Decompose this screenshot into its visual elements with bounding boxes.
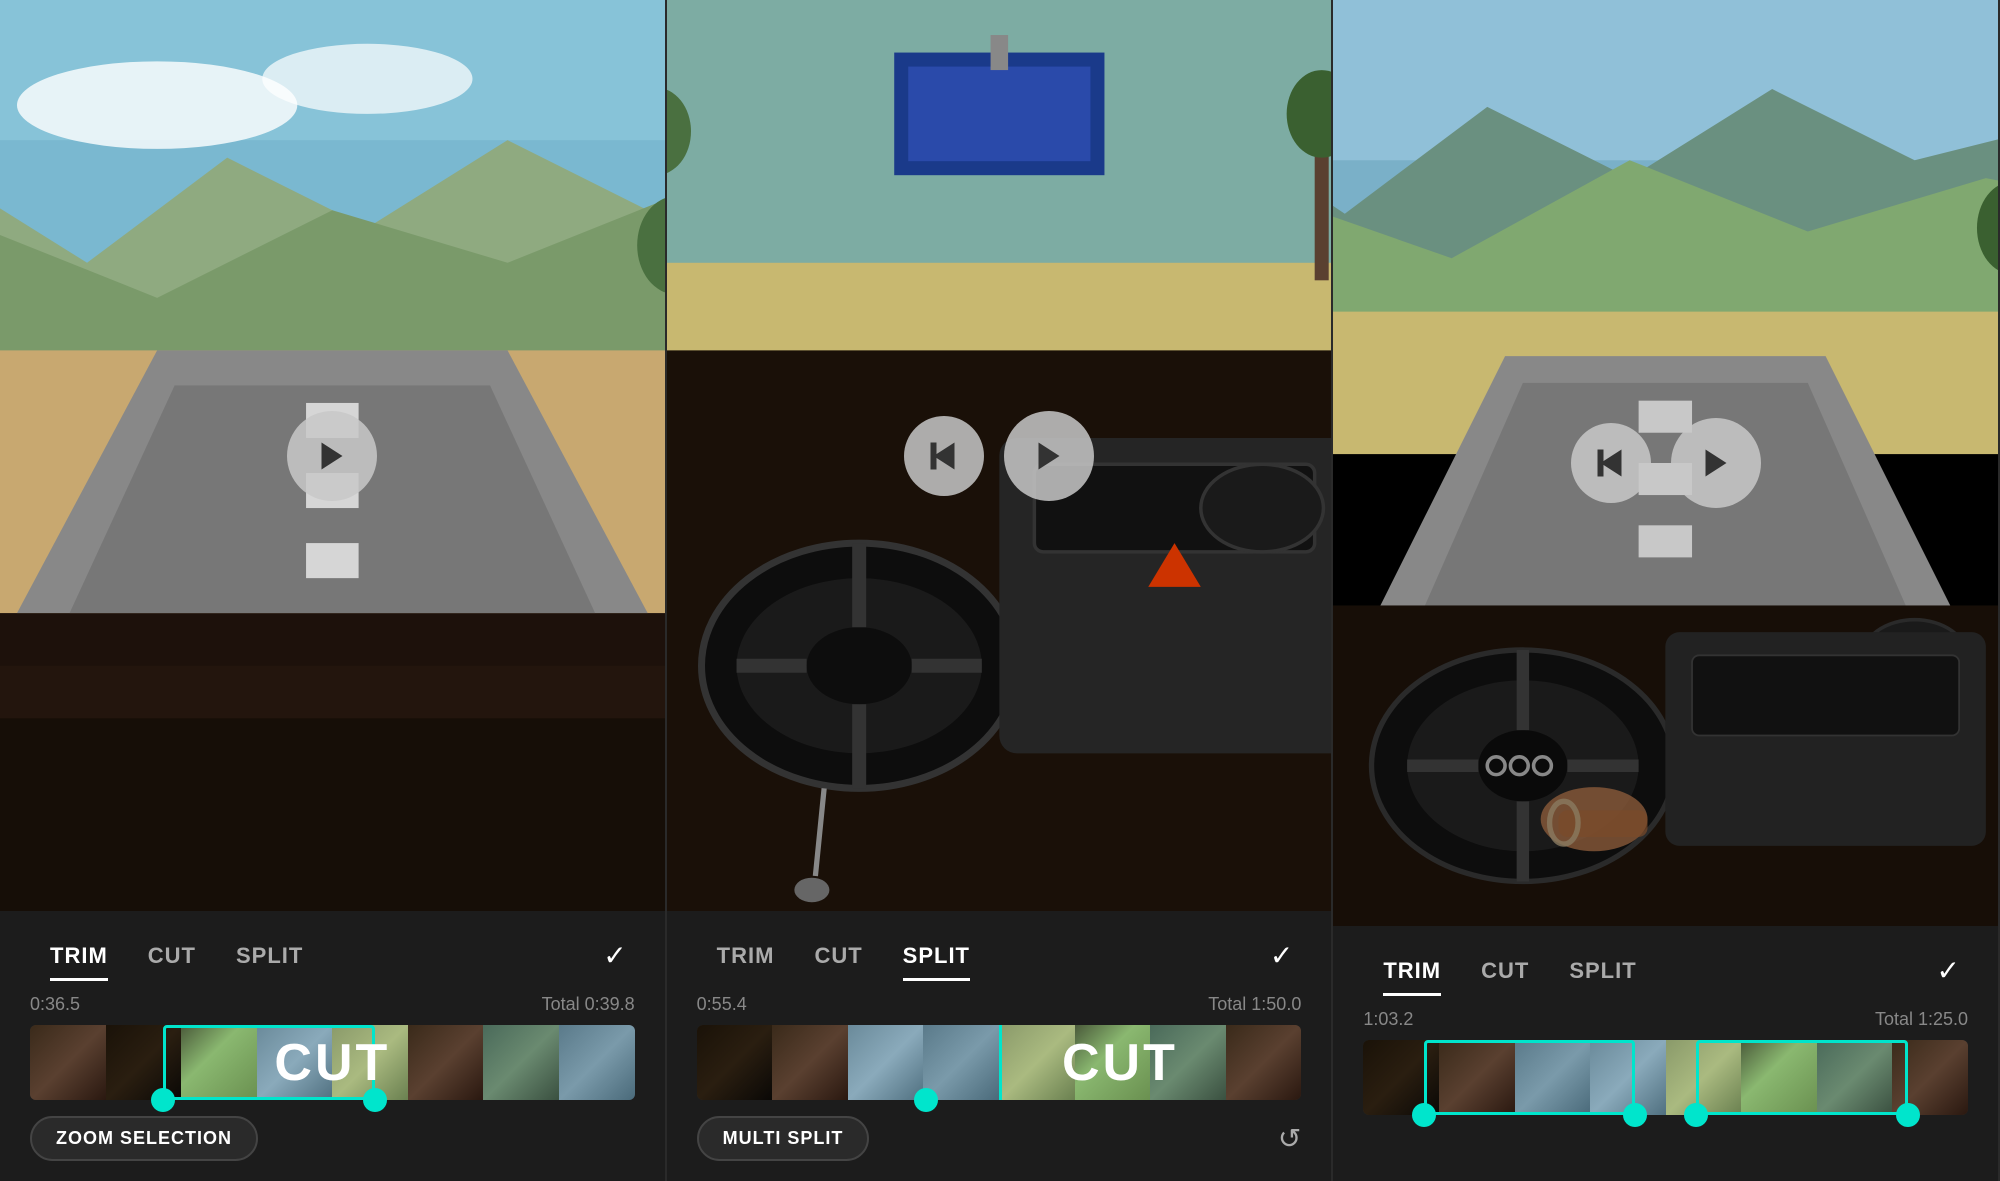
play-button-3[interactable] xyxy=(1671,418,1761,508)
strip-frames-3 xyxy=(1363,1040,1968,1115)
action-bar-1: ZOOM SELECTION xyxy=(20,1100,645,1171)
handle-right-1[interactable] xyxy=(363,1088,387,1112)
frame-1-6 xyxy=(408,1025,484,1100)
frame-1-1 xyxy=(30,1025,106,1100)
timeline-info-3: 1:03.2 Total 1:25.0 xyxy=(1353,1005,1978,1034)
handle-2[interactable] xyxy=(914,1088,938,1112)
bottom-controls-3: TRIM CUT SPLIT ✓ 1:03.2 Total 1:25.0 xyxy=(1333,926,1998,1181)
tab-cut-2[interactable]: CUT xyxy=(794,935,882,977)
frame-3-6 xyxy=(1741,1040,1817,1115)
tab-trim-3[interactable]: TRIM xyxy=(1363,950,1461,992)
tab-cut-1[interactable]: CUT xyxy=(128,935,216,977)
rewind-button-3[interactable] xyxy=(1571,423,1651,503)
handle-3b-left[interactable] xyxy=(1684,1103,1708,1127)
action-bar-3 xyxy=(1353,1115,1978,1171)
tab-bar-2: TRIM CUT SPLIT ✓ xyxy=(687,931,1312,980)
frame-1-4 xyxy=(257,1025,333,1100)
video-area-2 xyxy=(667,0,1332,911)
rewind-button-2[interactable] xyxy=(904,416,984,496)
frame-1-3 xyxy=(181,1025,257,1100)
video-area-3 xyxy=(1333,0,1998,926)
current-time-3: 1:03.2 xyxy=(1363,1009,1413,1030)
handle-left-1[interactable] xyxy=(151,1088,175,1112)
tab-trim-1[interactable]: TRIM xyxy=(30,935,128,977)
video-area-1 xyxy=(0,0,665,911)
tab-split-3[interactable]: SPLIT xyxy=(1549,950,1656,992)
undo-button-2[interactable]: ↺ xyxy=(1278,1122,1301,1155)
tab-bar-3: TRIM CUT SPLIT ✓ xyxy=(1353,946,1978,995)
handle-3b-right[interactable] xyxy=(1896,1103,1920,1127)
tab-cut-3[interactable]: CUT xyxy=(1461,950,1549,992)
check-button-3[interactable]: ✓ xyxy=(1929,946,1968,995)
frame-3-4 xyxy=(1590,1040,1666,1115)
timeline-strip-3[interactable] xyxy=(1363,1040,1968,1115)
check-button-2[interactable]: ✓ xyxy=(1262,931,1301,980)
check-button-1[interactable]: ✓ xyxy=(595,931,634,980)
frame-2-8 xyxy=(1226,1025,1302,1100)
strip-frames-1 xyxy=(30,1025,635,1100)
panel-trim-3: TRIM CUT SPLIT ✓ 1:03.2 Total 1:25.0 xyxy=(1333,0,2000,1181)
controls-3 xyxy=(1571,418,1761,508)
tab-split-2[interactable]: SPLIT xyxy=(883,935,990,977)
frame-1-8 xyxy=(559,1025,635,1100)
frame-2-7 xyxy=(1150,1025,1226,1100)
frame-3-3 xyxy=(1515,1040,1591,1115)
frame-1-7 xyxy=(483,1025,559,1100)
split-line-2 xyxy=(999,1025,1002,1100)
handle-3a-right[interactable] xyxy=(1623,1103,1647,1127)
action-bar-2: MULTI SPLIT ↺ xyxy=(687,1100,1312,1171)
handle-3a-left[interactable] xyxy=(1412,1103,1436,1127)
frame-1-2 xyxy=(106,1025,182,1100)
frame-2-6 xyxy=(1075,1025,1151,1100)
zoom-selection-button[interactable]: ZOOM SELECTION xyxy=(30,1116,258,1161)
total-time-1: Total 0:39.8 xyxy=(542,994,635,1015)
tab-split-1[interactable]: SPLIT xyxy=(216,935,323,977)
timeline-info-2: 0:55.4 Total 1:50.0 xyxy=(687,990,1312,1019)
tab-trim-2[interactable]: TRIM xyxy=(697,935,795,977)
total-time-2: Total 1:50.0 xyxy=(1208,994,1301,1015)
frame-2-4 xyxy=(923,1025,999,1100)
bottom-controls-2: TRIM CUT SPLIT ✓ 0:55.4 Total 1:50.0 xyxy=(667,911,1332,1181)
frame-3-2 xyxy=(1439,1040,1515,1115)
frame-2-1 xyxy=(697,1025,773,1100)
multi-split-button[interactable]: MULTI SPLIT xyxy=(697,1116,870,1161)
timeline-strip-1[interactable] xyxy=(30,1025,635,1100)
controls-1 xyxy=(287,411,377,501)
current-time-1: 0:36.5 xyxy=(30,994,80,1015)
panel-split: TRIM CUT SPLIT ✓ 0:55.4 Total 1:50.0 xyxy=(667,0,1334,1181)
frame-3-5 xyxy=(1666,1040,1742,1115)
play-button-1[interactable] xyxy=(287,411,377,501)
tab-bar-1: TRIM CUT SPLIT ✓ xyxy=(20,931,645,980)
play-button-2[interactable] xyxy=(1004,411,1094,501)
timeline-info-1: 0:36.5 Total 0:39.8 xyxy=(20,990,645,1019)
timeline-strip-2[interactable] xyxy=(697,1025,1302,1100)
frame-3-7 xyxy=(1817,1040,1893,1115)
frame-2-5 xyxy=(999,1025,1075,1100)
controls-2 xyxy=(904,411,1094,501)
bottom-controls-1: TRIM CUT SPLIT ✓ 0:36.5 Total 0:39.8 xyxy=(0,911,665,1181)
frame-2-2 xyxy=(772,1025,848,1100)
current-time-2: 0:55.4 xyxy=(697,994,747,1015)
frame-2-3 xyxy=(848,1025,924,1100)
total-time-3: Total 1:25.0 xyxy=(1875,1009,1968,1030)
panel-trim: TRIM CUT SPLIT ✓ 0:36.5 Total 0:39.8 xyxy=(0,0,667,1181)
